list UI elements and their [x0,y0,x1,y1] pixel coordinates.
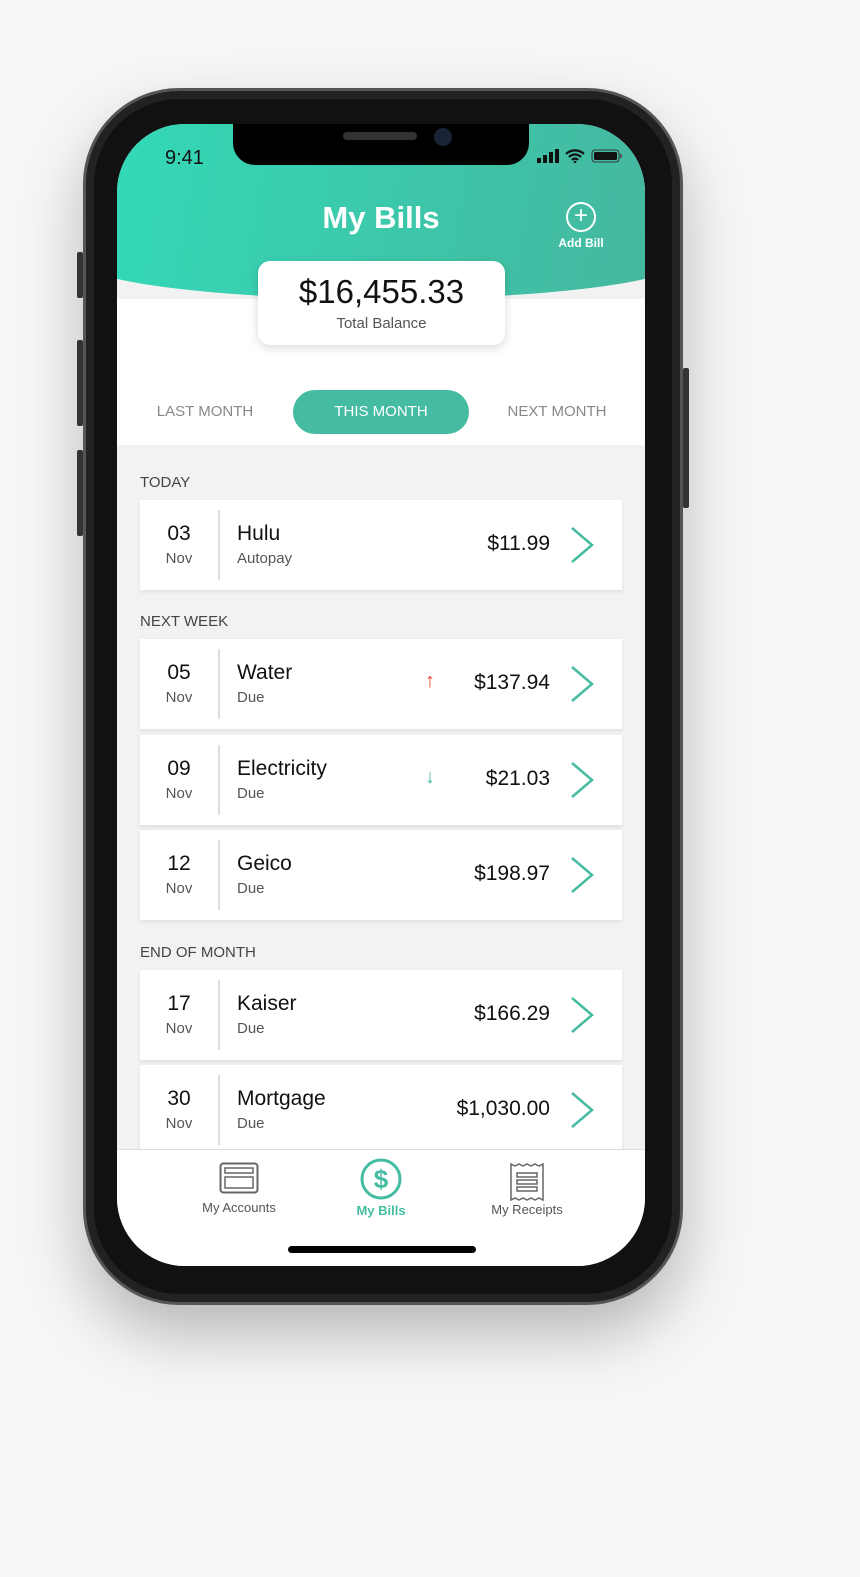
status-time: 9:41 [165,147,204,169]
bill-day: 30 [167,1087,191,1110]
section-header: NEXT WEEK [140,613,229,630]
divider [218,840,220,910]
divider [218,745,220,815]
bill-month: Nov [165,550,193,567]
bill-row[interactable]: 09 Nov Electricity Due $21.03 ↓ [140,735,622,825]
phone-button [77,340,83,426]
bill-status: Due [237,689,265,706]
bill-amount: $198.97 [474,862,550,885]
total-balance-card: $16,455.33 Total Balance [258,261,505,345]
bill-row[interactable]: 17 Nov Kaiser Due $166.29 [140,970,622,1060]
bill-day: 17 [167,992,191,1015]
bill-day: 05 [167,661,191,684]
card-icon [219,1162,259,1194]
tabbar-label: My Accounts [202,1200,276,1215]
tabbar-my-receipts[interactable]: My Receipts [467,1162,587,1217]
chevron-right-icon[interactable] [568,856,596,894]
arrow-down-icon: ↓ [425,766,435,788]
bill-amount: $166.29 [474,1002,550,1025]
phone-button [77,252,83,298]
total-balance-label: Total Balance [336,315,427,332]
chevron-right-icon[interactable] [568,1091,596,1129]
signal-icon [537,149,559,163]
arrow-up-icon: ↑ [425,670,435,692]
bill-day: 12 [167,852,191,875]
bill-day: 09 [167,757,191,780]
bill-name: Hulu [237,522,281,545]
bill-amount: $21.03 [485,767,550,790]
svg-text:$: $ [374,1164,389,1194]
bill-status: Autopay [237,550,293,567]
bill-status: Due [237,880,265,897]
divider [218,649,220,719]
bill-amount: $11.99 [487,532,550,555]
bill-name: Water [237,661,293,684]
bill-status: Due [237,785,265,802]
month-tabs: LAST MONTH THIS MONTH NEXT MONTH [117,390,645,434]
chevron-right-icon[interactable] [568,526,596,564]
plus-circle-icon: + [566,202,596,232]
status-icons [537,149,623,163]
wifi-icon [565,149,585,163]
bill-row[interactable]: 30 Nov Mortgage Due $1,030.00 [140,1065,622,1155]
bill-row[interactable]: 05 Nov Water Due $137.94 ↑ [140,639,622,729]
tab-this-month[interactable]: THIS MONTH [293,390,469,434]
phone-button [77,450,83,536]
add-bill-label: Add Bill [558,236,604,250]
add-bill-button[interactable]: + Add Bill [553,202,609,250]
battery-icon [591,149,622,163]
dollar-circle-icon: $ [360,1158,402,1200]
bill-month: Nov [165,785,193,802]
receipt-icon [510,1162,544,1202]
bill-month: Nov [165,689,193,706]
tabbar-my-bills[interactable]: $ My Bills [321,1158,441,1218]
chevron-right-icon[interactable] [568,996,596,1034]
bill-month: Nov [165,1020,193,1037]
total-balance-amount: $16,455.33 [298,273,465,310]
bill-status: Due [237,1115,265,1132]
phone-button [683,368,689,508]
bill-name: Electricity [237,757,327,780]
divider [218,1075,220,1145]
home-indicator[interactable] [288,1246,476,1253]
bill-month: Nov [165,880,193,897]
divider [218,510,220,580]
bill-amount: $1,030.00 [456,1097,550,1120]
notch [233,124,529,165]
tab-last-month[interactable]: LAST MONTH [137,390,273,434]
section-header: TODAY [140,474,191,491]
bill-month: Nov [165,1115,193,1132]
bill-status: Due [237,1020,265,1037]
section-header: END OF MONTH [140,944,256,961]
bill-row[interactable]: 03 Nov Hulu Autopay $11.99 [140,500,622,590]
chevron-right-icon[interactable] [568,665,596,703]
bill-row[interactable]: 12 Nov Geico Due $198.97 [140,830,622,920]
bill-name: Kaiser [237,992,297,1015]
chevron-right-icon[interactable] [568,761,596,799]
bill-name: Mortgage [237,1087,326,1110]
bill-name: Geico [237,852,292,875]
tabbar-label: My Receipts [491,1202,563,1217]
bill-amount: $137.94 [474,671,550,694]
tab-next-month[interactable]: NEXT MONTH [489,390,625,434]
tabbar-label: My Bills [356,1203,406,1218]
bill-day: 03 [167,522,191,545]
tabbar-my-accounts[interactable]: My Accounts [179,1162,299,1215]
divider [218,980,220,1050]
screen: 9:41 My Bills + Add Bill $16,455.33 Tota… [117,124,645,1266]
